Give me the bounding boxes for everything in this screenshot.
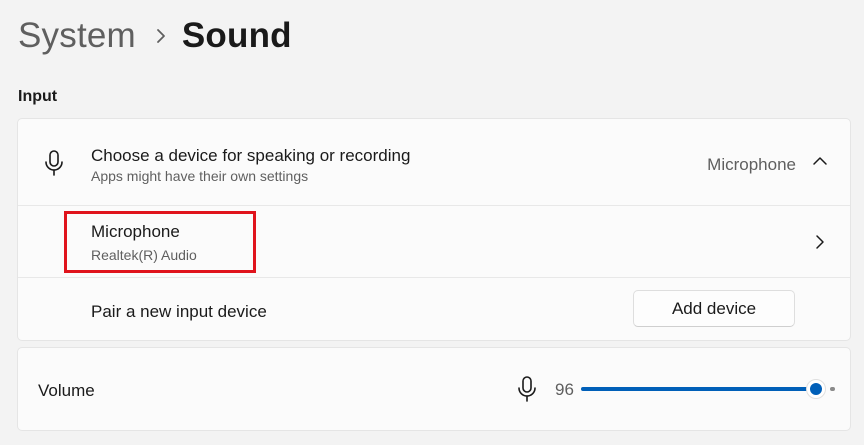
chevron-up-icon[interactable] — [810, 151, 830, 171]
volume-slider-rest — [829, 387, 835, 391]
volume-value: 96 — [555, 380, 574, 399]
device-chooser-title: Choose a device for speaking or recordin… — [91, 146, 411, 165]
section-label-input: Input — [18, 88, 58, 105]
chevron-right-icon[interactable] — [810, 232, 830, 252]
volume-slider-thumb[interactable] — [805, 379, 826, 399]
microphone-device-driver: Realtek(R) Audio — [91, 247, 197, 263]
volume-card: Volume 96 — [17, 347, 851, 431]
microphone-device-name: Microphone — [91, 222, 180, 241]
page-title: Sound — [181, 16, 292, 55]
add-device-button[interactable]: Add device — [633, 290, 795, 327]
input-card: Choose a device for speaking or recordin… — [17, 118, 851, 341]
breadcrumb: System Sound — [18, 14, 292, 58]
pair-device-row: Pair a new input device Add device — [18, 277, 850, 341]
chevron-right-icon — [146, 14, 176, 58]
microphone-icon[interactable] — [517, 376, 537, 402]
breadcrumb-system[interactable]: System — [18, 16, 136, 56]
device-chooser-row[interactable]: Choose a device for speaking or recordin… — [18, 119, 850, 205]
highlight-box — [64, 211, 256, 273]
selected-device-value: Microphone — [707, 155, 796, 174]
volume-slider-fill — [581, 387, 816, 391]
pair-device-label: Pair a new input device — [91, 302, 267, 321]
volume-slider[interactable] — [581, 379, 835, 399]
volume-label: Volume — [38, 381, 95, 400]
microphone-device-row[interactable]: Microphone Realtek(R) Audio — [18, 205, 850, 277]
microphone-icon — [44, 150, 64, 176]
device-chooser-subtitle: Apps might have their own settings — [91, 168, 309, 184]
